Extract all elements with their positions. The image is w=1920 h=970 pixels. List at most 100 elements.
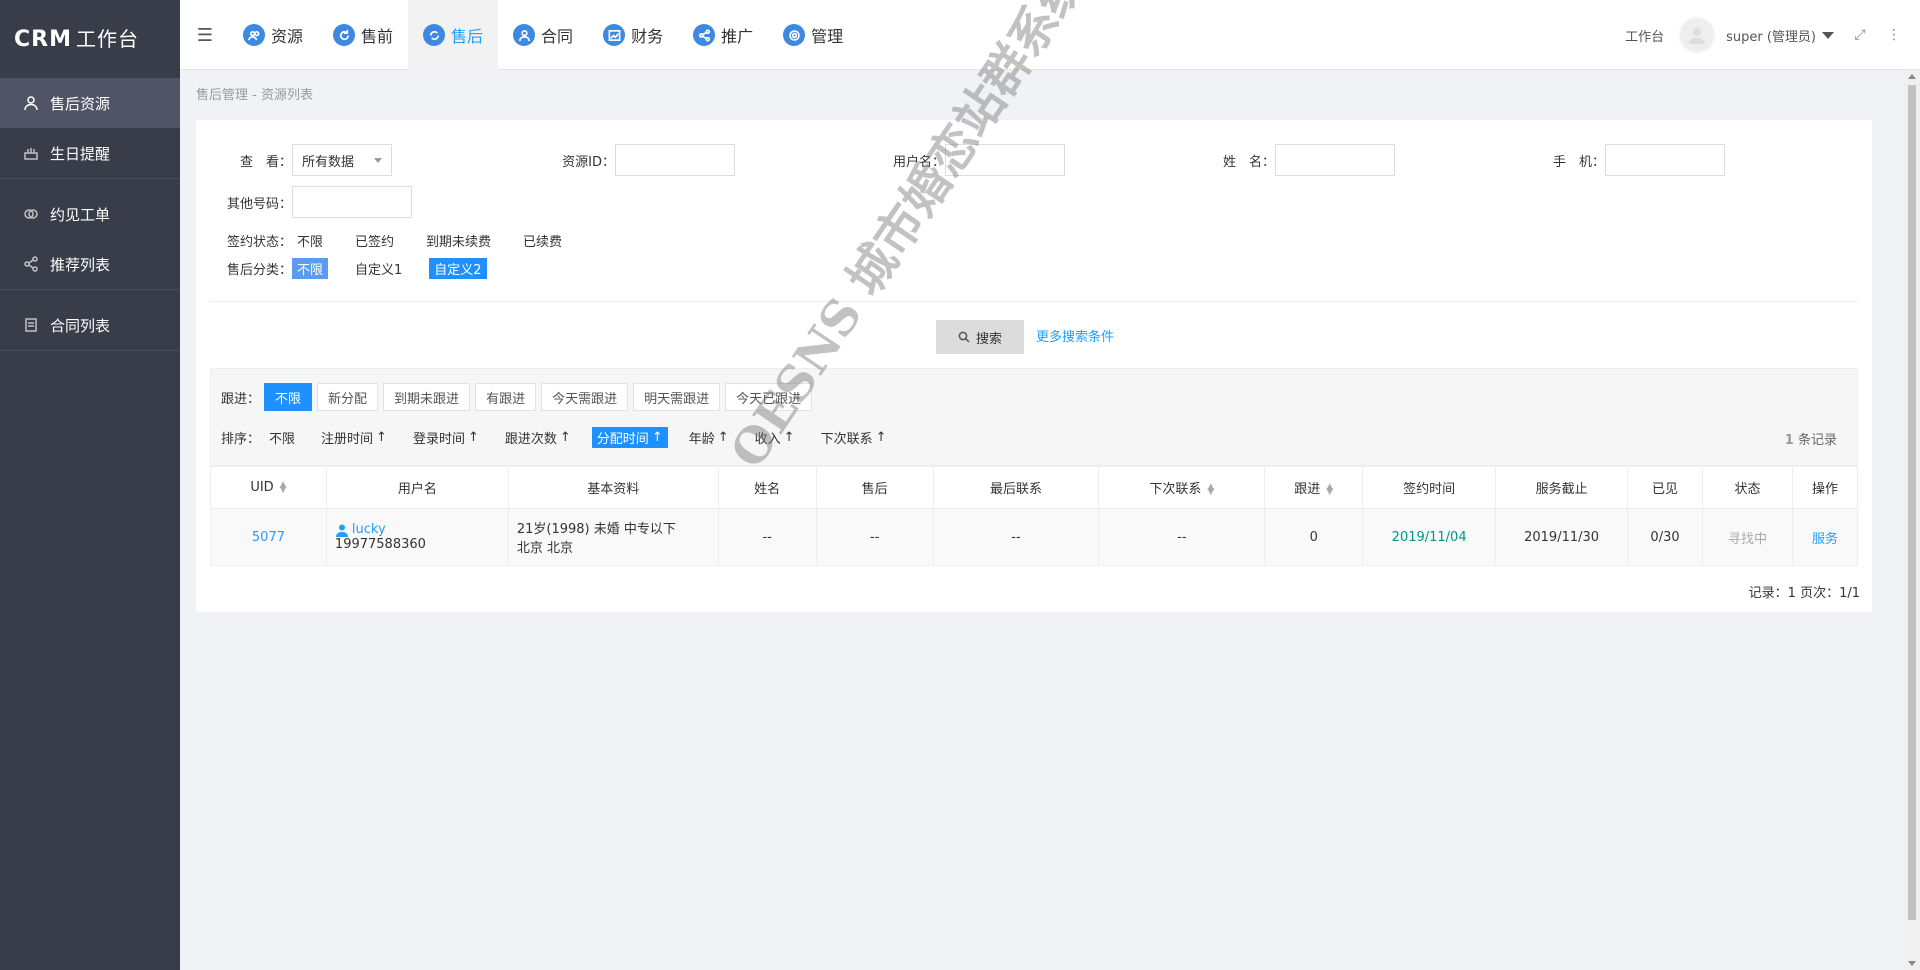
sort-option[interactable]: 注册时间 ↑	[316, 427, 392, 448]
tab-resources[interactable]: 资源	[228, 0, 318, 70]
sidebar-item-birthday-reminder[interactable]: 生日提醒	[0, 128, 180, 178]
sort-option-label: 收入	[754, 432, 781, 447]
after-sale-option[interactable]: 自定义2	[429, 258, 487, 279]
chevron-down-icon[interactable]	[1822, 31, 1834, 39]
workbench-link[interactable]: 工作台	[1625, 26, 1664, 45]
sidebar-item-recommendations[interactable]: 推荐列表	[0, 239, 180, 289]
share-icon	[22, 255, 40, 273]
record-count-suffix: 条记录	[1797, 433, 1837, 448]
column-header: 最后联系	[932, 466, 1100, 509]
sort-option[interactable]: 跟进次数 ↑	[500, 427, 576, 448]
sign-status-option[interactable]: 不限	[292, 230, 328, 251]
view-select[interactable]: 所有数据	[292, 144, 392, 176]
followup-label: 跟进：	[221, 391, 261, 407]
more-icon[interactable]: ⋮	[1886, 27, 1902, 43]
column-header: 售后	[815, 466, 934, 509]
other-number-input[interactable]	[292, 186, 412, 218]
sort-option[interactable]: 收入 ↑	[750, 427, 800, 448]
divider	[210, 301, 1858, 302]
after-sale-cell: --	[815, 508, 934, 566]
basic-info-line: 北京 北京	[516, 541, 573, 556]
scrollbar[interactable]	[1904, 70, 1920, 970]
tab-contract[interactable]: 合同	[498, 0, 588, 70]
column-header[interactable]: UID ▲ ▼	[210, 466, 327, 509]
sign-status-row: 签约状态： 不限 已签约 到期未续费 已续费	[196, 230, 589, 251]
tab-promotion[interactable]: 推广	[678, 0, 768, 70]
search-row-2: 其他号码：	[196, 186, 412, 218]
name-label: 姓 名：	[1222, 154, 1275, 170]
username-link[interactable]: lucky	[335, 522, 508, 537]
after-sale-option[interactable]: 自定义1	[350, 258, 407, 279]
phone-input[interactable]	[1605, 144, 1725, 176]
menu-fold-icon[interactable]: ☰	[190, 20, 220, 50]
tab-label: 管理	[811, 27, 844, 46]
sort-option-label: 注册时间	[321, 432, 374, 447]
sidebar-group-1: 售后资源 生日提醒	[0, 78, 180, 179]
top-right-tools: 工作台 super (管理员) ⤢ ⋮	[1625, 0, 1920, 70]
sidebar-item-after-sale-resources[interactable]: 售后资源	[0, 78, 180, 128]
sidebar-item-contracts[interactable]: 合同列表	[0, 300, 180, 350]
resource-id-input[interactable]	[615, 144, 735, 176]
scroll-down-icon[interactable]	[1908, 961, 1916, 966]
name-input[interactable]	[1275, 144, 1395, 176]
tab-after-sale[interactable]: 售后	[408, 0, 499, 70]
sidebar-item-label: 约见工单	[50, 205, 111, 224]
status-cell: 寻找中	[1702, 508, 1793, 566]
column-header: 服务截止	[1495, 466, 1629, 509]
sort-option-label: 年龄	[688, 432, 715, 447]
sort-option-label: 分配时间	[596, 432, 649, 447]
sort-option[interactable]: 分配时间 ↑	[591, 427, 668, 448]
column-header: 姓名	[717, 466, 817, 509]
followup-option[interactable]: 今天已跟进	[725, 383, 813, 411]
tab-pre-sale[interactable]: 售前	[318, 0, 408, 70]
followup-filter-row: 跟进： 不限 新分配 到期未跟进 有跟进 今天需跟进 明天需跟进 今天已跟进	[221, 383, 817, 411]
sign-status-option[interactable]: 已续费	[518, 230, 567, 251]
top-nav: 资源 售前 售后 合同 财务 推广 管理	[228, 0, 858, 70]
next-contact-cell: --	[1098, 508, 1266, 566]
sort-option[interactable]: 登录时间 ↑	[408, 427, 484, 448]
followup-option[interactable]: 有跟进	[475, 383, 537, 411]
after-sale-option[interactable]: 不限	[292, 258, 329, 279]
uid-link[interactable]: 5077	[252, 530, 285, 545]
sort-option-label: 登录时间	[412, 432, 465, 447]
scrollbar-thumb[interactable]	[1908, 85, 1916, 920]
user-name[interactable]: super (管理员)	[1726, 26, 1816, 45]
followup-option[interactable]: 今天需跟进	[541, 383, 629, 411]
sign-status-option[interactable]: 到期未续费	[421, 230, 496, 251]
record-count: 1 条记录	[1785, 429, 1837, 448]
user-icon	[513, 24, 536, 46]
refresh-icon	[333, 24, 356, 46]
sort-label: 排序：	[221, 432, 261, 447]
username-input[interactable]	[945, 144, 1065, 176]
document-icon	[22, 316, 40, 334]
tab-finance[interactable]: 财务	[588, 0, 678, 70]
scroll-up-icon[interactable]	[1908, 74, 1916, 79]
column-header[interactable]: 跟进 ▲ ▼	[1264, 466, 1364, 509]
followup-option[interactable]: 明天需跟进	[633, 383, 721, 411]
phone-number: 19977588360	[334, 537, 426, 552]
sidebar-item-label: 合同列表	[50, 316, 111, 335]
arrow-up-icon: ↑	[783, 430, 795, 445]
search-button[interactable]: 搜索	[936, 320, 1024, 354]
sidebar-item-appointments[interactable]: 约见工单	[0, 189, 180, 239]
resource-table: UID ▲ ▼ 用户名 基本资料 姓名 售后 最后联系 下次联系 ▲ ▼ 跟进 ▲ ▼ 签约…	[210, 466, 1859, 566]
more-search-conditions-link[interactable]: 更多搜索条件	[1036, 326, 1114, 345]
fullscreen-icon[interactable]: ⤢	[1852, 27, 1868, 43]
sort-option-label: 不限	[269, 432, 296, 447]
seen-cell: 0/30	[1627, 508, 1703, 566]
sign-status-option[interactable]: 已签约	[350, 230, 399, 251]
column-header[interactable]: 下次联系 ▲ ▼	[1098, 466, 1266, 509]
service-link[interactable]: 服务	[1812, 532, 1838, 547]
arrow-up-icon: ↑	[376, 430, 387, 445]
avatar[interactable]	[1678, 16, 1717, 54]
person-icon	[335, 524, 348, 537]
followup-option[interactable]: 到期未跟进	[383, 383, 471, 411]
sort-option[interactable]: 下次联系 ↑	[816, 427, 892, 448]
sort-option[interactable]: 年龄 ↑	[684, 427, 734, 448]
tab-management[interactable]: 管理	[768, 0, 858, 70]
followup-option[interactable]: 新分配	[317, 383, 379, 411]
followup-option[interactable]: 不限	[264, 383, 313, 411]
sort-arrows-icon: ▲ ▼	[1207, 481, 1215, 497]
sort-option[interactable]: 不限	[264, 427, 300, 448]
tab-label: 售前	[361, 27, 394, 46]
